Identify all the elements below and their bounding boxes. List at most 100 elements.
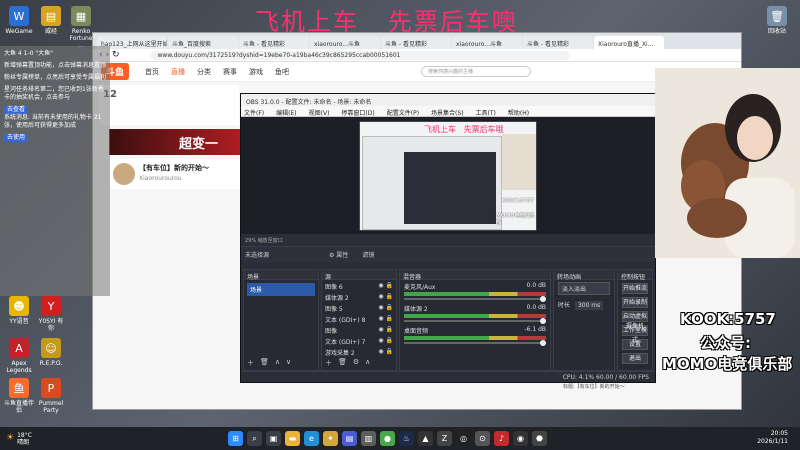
site-nav-item[interactable]: 赛事 (223, 67, 237, 77)
volume-slider[interactable] (404, 296, 546, 302)
site-nav-item[interactable]: 首页 (145, 67, 159, 77)
scene-item[interactable]: 场景 (247, 283, 315, 296)
obs-menu-item[interactable]: 停靠窗口(D) (341, 108, 374, 117)
obs-menu-item[interactable]: 编辑(E) (276, 108, 296, 117)
control-button[interactable]: 启动虚拟摄像机 (622, 311, 648, 330)
volume-slider[interactable] (404, 340, 546, 346)
visibility-icon[interactable]: ◉ 🔒 (378, 348, 393, 355)
source-item[interactable]: 图像 6 ◉ 🔒 (322, 280, 396, 291)
obs-menu-item[interactable]: 文件(F) (244, 108, 264, 117)
control-button[interactable]: 开始推流 (622, 283, 648, 294)
visibility-icon[interactable]: ◉ 🔒 (378, 337, 393, 344)
remove-source-icon[interactable]: 🗑 (338, 358, 347, 368)
visibility-icon[interactable]: ◉ 🔒 (378, 326, 393, 333)
site-nav-item[interactable]: 分类 (197, 67, 211, 77)
move-up-icon[interactable]: ∧ (365, 358, 370, 368)
netease-icon[interactable]: ♪ (494, 431, 509, 446)
app-c-icon[interactable]: ⊙ (475, 431, 490, 446)
control-button[interactable]: 退出 (622, 353, 648, 364)
desktop-icon[interactable]: W WeGame (4, 6, 34, 35)
source-item[interactable]: 图像 ◉ 🔒 (322, 324, 396, 335)
obs-icon[interactable]: ◎ (456, 431, 471, 446)
chat-action-button[interactable]: 去查看 (4, 106, 29, 114)
add-source-icon[interactable]: ＋ (325, 358, 332, 368)
source-item[interactable]: 文本 (GDI+) 8 ◉ 🔒 (322, 313, 396, 324)
source-item[interactable]: 图像 5 ◉ 🔒 (322, 302, 396, 313)
move-down-icon[interactable]: ∨ (286, 358, 291, 368)
browser-tab[interactable]: Xiaorouro直播_Xi... (594, 36, 664, 49)
source-item[interactable]: 媒体源 2 ◉ 🔒 (322, 291, 396, 302)
desktop-icon[interactable]: 鱼斗鱼直播伴侣 (4, 378, 34, 414)
add-scene-icon[interactable]: ＋ (247, 358, 254, 368)
weather-widget[interactable]: ☀ 18°C 晴朗 (6, 432, 32, 446)
tool-b-icon[interactable]: ▥ (361, 431, 376, 446)
browser-tab[interactable]: 斗鱼 - 看见精彩 (239, 36, 309, 49)
system-clock[interactable]: 20:05 2026/1/11 (757, 430, 788, 446)
edge-icon[interactable]: e (304, 431, 319, 446)
chat-action-button[interactable]: 去使用 (4, 134, 29, 142)
obs-menu-item[interactable]: 场景集合(S) (431, 108, 464, 117)
visibility-icon[interactable]: ◉ 🔒 (378, 315, 393, 322)
desktop-icon[interactable]: ☺ R.E.P.O. (36, 338, 66, 367)
streamer-avatar[interactable] (113, 163, 135, 185)
desktop-icon[interactable]: A Apex Legends (4, 338, 34, 374)
remove-scene-icon[interactable]: 🗑 (260, 358, 269, 368)
tool-a-icon[interactable]: ✦ (323, 431, 338, 446)
scenes-dock: 场景 场景 ＋ 🗑 ∧ ∨ (243, 269, 319, 371)
control-button[interactable]: 设置 (622, 339, 648, 350)
desktop-icon[interactable]: P Pummel Party (36, 378, 66, 414)
taskbar: ☀ 18°C 晴朗 ⊞ ⌕ ▣ ▬ e ✦ ▤ ▥ ● ♨ ▲ Z ◎ ⊙ ♪ ◉ ⬣ 20:05 2026/1… (0, 427, 800, 450)
obs-menu-item[interactable]: 工具(T) (476, 108, 496, 117)
slider-handle[interactable] (540, 296, 546, 302)
browser-tab[interactable]: 斗鱼 - 看见精彩 (523, 36, 593, 49)
app-d-icon[interactable]: ◉ (513, 431, 528, 446)
app-b-icon[interactable]: Z (437, 431, 452, 446)
streamer-name[interactable]: Xiaorourourou (139, 175, 182, 182)
slider-handle[interactable] (540, 318, 546, 324)
duration-field[interactable]: 300 ms (574, 301, 604, 310)
site-search-input[interactable]: 搜索你感兴趣的主播 (421, 66, 532, 77)
steam-icon[interactable]: ♨ (399, 431, 414, 446)
obs-menu-item[interactable]: 帮助(H) (508, 108, 529, 117)
obs-menu-item[interactable]: 配置文件(P) (387, 108, 419, 117)
start-icon[interactable]: ⊞ (228, 431, 243, 446)
search-icon[interactable]: ⌕ (247, 431, 262, 446)
kook-overlay: KOOK:5757 (680, 310, 776, 328)
site-nav-item[interactable]: 游戏 (249, 67, 263, 77)
source-item[interactable]: 游戏采集 2 ◉ 🔒 (322, 346, 396, 357)
store-icon[interactable]: ▤ (342, 431, 357, 446)
source-settings-icon[interactable]: ⚙ (353, 358, 359, 368)
obs-preview[interactable]: 飞机上车 先票后车哦 KOOK:5757 MOMO电竞俱乐部 (241, 117, 655, 234)
site-nav-item[interactable]: 鱼吧 (275, 67, 289, 77)
obs-menu-item[interactable]: 视图(V) (309, 108, 330, 117)
file-explorer-icon[interactable]: ▬ (285, 431, 300, 446)
preview-zoom[interactable]: 29% 缩放至窗口 (245, 237, 283, 244)
app-a-icon[interactable]: ▲ (418, 431, 433, 446)
task-view-icon[interactable]: ▣ (266, 431, 281, 446)
visibility-icon[interactable]: ◉ 🔒 (378, 293, 393, 300)
control-button[interactable]: 开始录制 (622, 297, 648, 308)
move-up-icon[interactable]: ∧ (275, 358, 280, 368)
filters-button[interactable]: 滤镜 (362, 250, 374, 259)
refresh-icon[interactable]: ↻ (112, 50, 120, 60)
site-nav-item[interactable]: 直播 (171, 67, 185, 77)
source-item[interactable]: 文本 (GDI+) 7 ◉ 🔒 (322, 335, 396, 346)
app-e-icon[interactable]: ⬣ (532, 431, 547, 446)
properties-button[interactable]: ⚙ 属性 (329, 250, 348, 259)
slider-handle[interactable] (540, 340, 546, 346)
transition-select[interactable]: 淡入淡出 (558, 282, 610, 295)
desktop-icon[interactable]: ☻ YY语音 (4, 296, 34, 325)
browser-tab[interactable]: xiaorouro...斗鱼 (310, 36, 380, 49)
browser-tab[interactable]: 斗鱼 - 看见精彩 (381, 36, 451, 49)
url-field[interactable]: www.douyu.com/3172519?dyshid=19ebe70-a19… (149, 50, 570, 60)
desktop-icon[interactable]: ▤ 威经 (36, 6, 66, 35)
volume-slider[interactable] (404, 318, 546, 324)
visibility-icon[interactable]: ◉ 🔒 (378, 282, 393, 289)
desktop-icon[interactable]: Y Y0SYI 有你 (36, 296, 66, 332)
control-button[interactable]: 工作室模式 (622, 325, 648, 344)
visibility-icon[interactable]: ◉ 🔒 (378, 304, 393, 311)
browser-tab[interactable]: xiaorouro...斗鱼 (452, 36, 522, 49)
recycle-bin[interactable]: 🗑 回收站 (762, 6, 792, 35)
chrome-icon[interactable]: ● (380, 431, 395, 446)
browser-tab[interactable]: 斗鱼_百度搜索 (168, 36, 238, 49)
